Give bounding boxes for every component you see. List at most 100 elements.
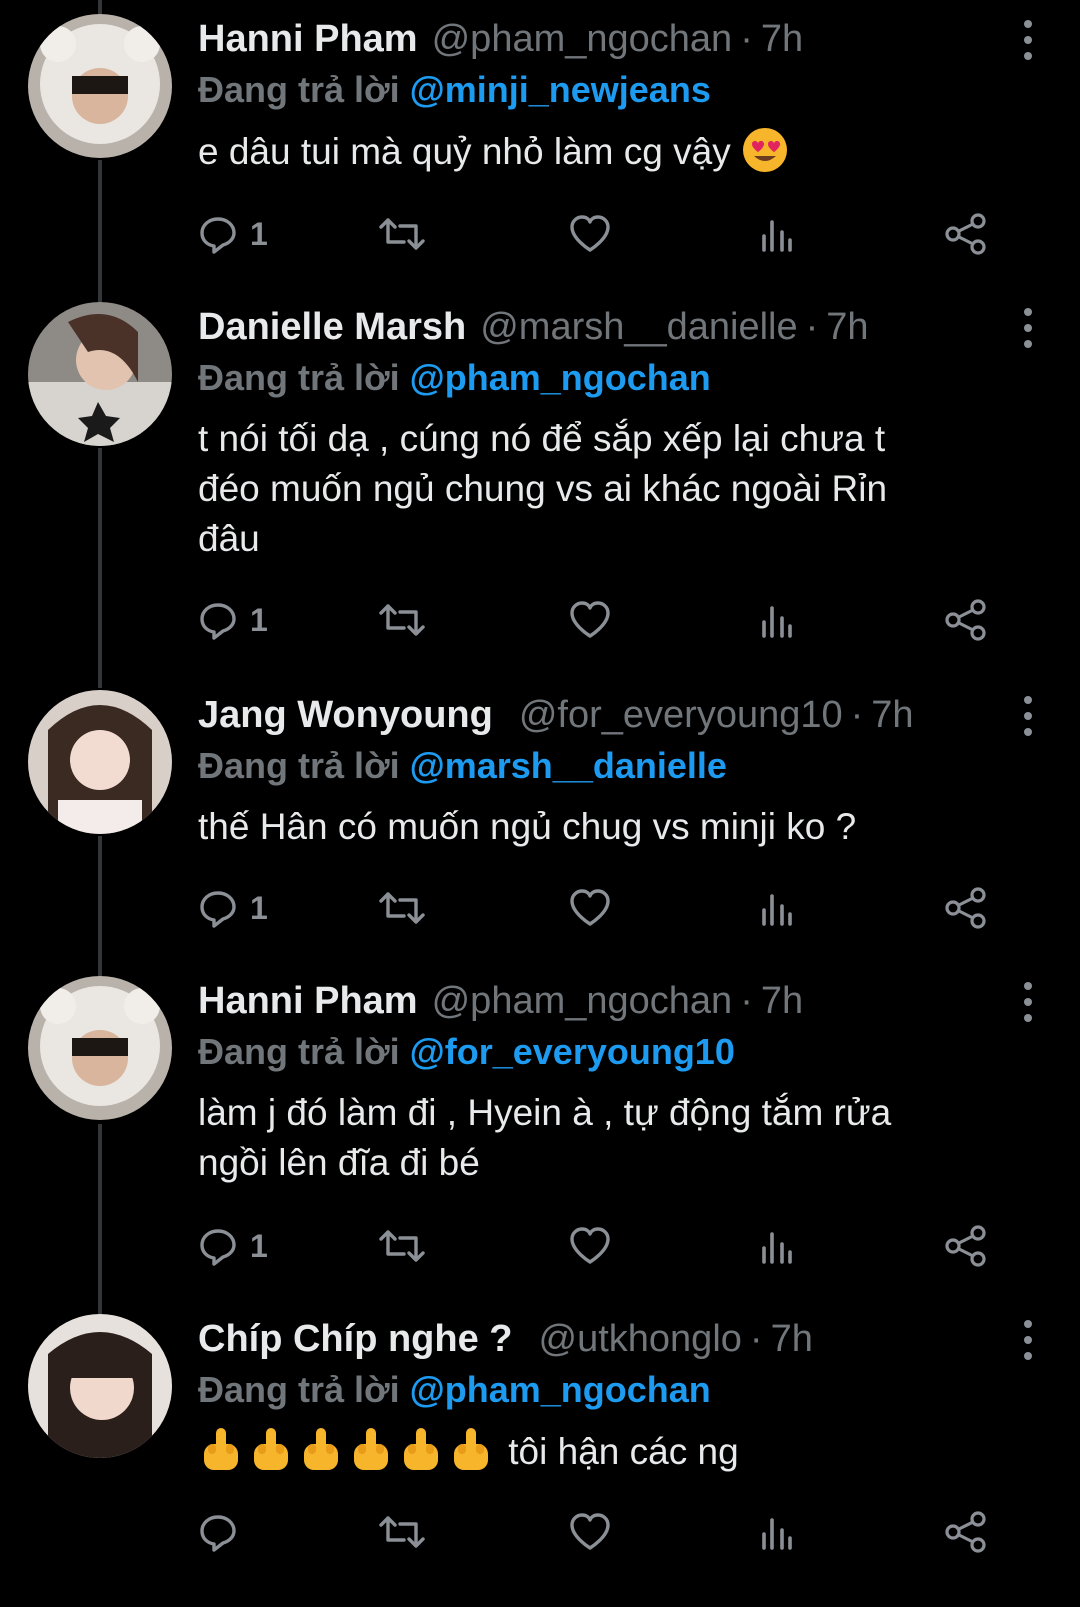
more-icon[interactable] bbox=[1016, 1320, 1040, 1360]
separator-dot: · bbox=[805, 305, 819, 348]
reply-count: 1 bbox=[250, 889, 268, 926]
heart-eyes-emoji-icon bbox=[741, 126, 789, 187]
mention-link[interactable]: @pham_ngochan bbox=[410, 357, 711, 398]
share-button[interactable] bbox=[944, 212, 988, 256]
views-button[interactable] bbox=[758, 886, 798, 930]
timestamp[interactable]: 7h bbox=[871, 694, 913, 737]
retweet-button[interactable] bbox=[378, 598, 426, 642]
separator-dot: · bbox=[740, 979, 753, 1022]
reply-icon bbox=[198, 600, 238, 640]
tweet-header: Chíp Chíp nghe ? @utkhonglo · 7h bbox=[198, 1314, 1040, 1364]
share-button[interactable] bbox=[944, 1224, 988, 1268]
reply-count: 1 bbox=[250, 1227, 268, 1264]
retweet-icon bbox=[378, 1226, 426, 1266]
views-button[interactable] bbox=[758, 212, 798, 256]
reply-icon bbox=[198, 1512, 238, 1552]
tweet-text: tôi hận các ng bbox=[198, 1426, 1040, 1487]
avatar[interactable] bbox=[28, 302, 172, 446]
more-icon[interactable] bbox=[1016, 696, 1040, 736]
more-icon[interactable] bbox=[1016, 20, 1040, 60]
tweet[interactable]: Chíp Chíp nghe ? @utkhonglo · 7h Đang tr… bbox=[0, 1314, 1080, 1607]
mention-link[interactable]: @for_everyoung10 bbox=[410, 1031, 735, 1072]
like-button[interactable] bbox=[568, 1510, 612, 1554]
like-button[interactable] bbox=[568, 598, 612, 642]
tweet-text-content: e dâu tui mà quỷ nhỏ làm cg vậy bbox=[198, 131, 731, 172]
display-name[interactable]: Chíp Chíp nghe ? bbox=[198, 1318, 513, 1361]
tweet-text: làm j đó làm đi , Hyein à , tự động tắm … bbox=[198, 1092, 892, 1183]
like-icon bbox=[568, 1512, 612, 1552]
share-button[interactable] bbox=[944, 598, 988, 642]
middle-finger-emoji-icon bbox=[198, 1426, 498, 1487]
share-button[interactable] bbox=[944, 886, 988, 930]
retweet-button[interactable] bbox=[378, 1224, 426, 1268]
like-icon bbox=[568, 600, 612, 640]
tweet[interactable]: Jang Wonyoung @for_everyoung10 · 7h Đang… bbox=[0, 688, 1080, 978]
replying-to: Đang trả lời @pham_ngochan bbox=[198, 352, 1040, 404]
more-icon[interactable] bbox=[1016, 982, 1040, 1022]
timestamp[interactable]: 7h bbox=[761, 18, 803, 61]
tweet-header: Danielle Marsh @marsh__danielle · 7h bbox=[198, 302, 1040, 352]
retweet-button[interactable] bbox=[378, 212, 426, 256]
action-bar: 1 bbox=[198, 886, 1018, 930]
retweet-icon bbox=[378, 214, 426, 254]
like-button[interactable] bbox=[568, 886, 612, 930]
retweet-button[interactable] bbox=[378, 1510, 426, 1554]
avatar[interactable] bbox=[28, 1314, 172, 1458]
retweet-button[interactable] bbox=[378, 886, 426, 930]
tweet-text-content: tôi hận các ng bbox=[508, 1431, 739, 1472]
more-icon[interactable] bbox=[1016, 308, 1040, 348]
reply-button[interactable]: 1 bbox=[198, 886, 268, 930]
avatar[interactable] bbox=[28, 976, 172, 1120]
replying-to-label: Đang trả lời bbox=[198, 357, 400, 398]
user-handle[interactable]: @utkhonglo bbox=[539, 1318, 742, 1361]
mention-link[interactable]: @minji_newjeans bbox=[410, 69, 711, 110]
views-icon bbox=[758, 1512, 798, 1552]
separator-dot: · bbox=[740, 17, 753, 60]
views-button[interactable] bbox=[758, 598, 798, 642]
views-icon bbox=[758, 214, 798, 254]
avatar[interactable] bbox=[28, 690, 172, 834]
share-icon bbox=[944, 599, 988, 641]
display-name[interactable]: Danielle Marsh bbox=[198, 306, 466, 349]
action-bar: 1 bbox=[198, 1224, 1018, 1268]
views-icon bbox=[758, 888, 798, 928]
views-button[interactable] bbox=[758, 1224, 798, 1268]
action-bar bbox=[198, 1510, 1018, 1554]
replying-to-label: Đang trả lời bbox=[198, 69, 400, 110]
like-button[interactable] bbox=[568, 212, 612, 256]
tweet-header: Hanni Pham @pham_ngochan · 7h bbox=[198, 976, 1040, 1026]
avatar[interactable] bbox=[28, 14, 172, 158]
reply-button[interactable]: 1 bbox=[198, 598, 268, 642]
share-icon bbox=[944, 1225, 988, 1267]
reply-icon bbox=[198, 888, 238, 928]
timestamp[interactable]: 7h bbox=[826, 306, 868, 349]
reply-button[interactable] bbox=[198, 1510, 250, 1554]
user-handle[interactable]: @for_everyoung10 bbox=[519, 694, 843, 737]
display-name[interactable]: Hanni Pham bbox=[198, 18, 418, 61]
replying-to-label: Đang trả lời bbox=[198, 1369, 400, 1410]
timestamp[interactable]: 7h bbox=[771, 1318, 813, 1361]
retweet-icon bbox=[378, 888, 426, 928]
user-handle[interactable]: @marsh__danielle bbox=[480, 306, 797, 349]
share-icon bbox=[944, 1511, 988, 1553]
user-handle[interactable]: @pham_ngochan bbox=[432, 980, 733, 1023]
reply-button[interactable]: 1 bbox=[198, 1224, 268, 1268]
share-button[interactable] bbox=[944, 1510, 988, 1554]
views-button[interactable] bbox=[758, 1510, 798, 1554]
mention-link[interactable]: @pham_ngochan bbox=[410, 1369, 711, 1410]
mention-link[interactable]: @marsh__danielle bbox=[410, 745, 727, 786]
display-name[interactable]: Jang Wonyoung bbox=[198, 694, 493, 737]
separator-dot: · bbox=[749, 1317, 763, 1360]
action-bar: 1 bbox=[198, 598, 1018, 642]
share-icon bbox=[944, 887, 988, 929]
replying-to: Đang trả lời @marsh__danielle bbox=[198, 740, 1040, 792]
share-icon bbox=[944, 213, 988, 255]
timestamp[interactable]: 7h bbox=[761, 980, 803, 1023]
reply-icon bbox=[198, 214, 238, 254]
user-handle[interactable]: @pham_ngochan bbox=[432, 18, 733, 61]
display-name[interactable]: Hanni Pham bbox=[198, 980, 418, 1023]
like-button[interactable] bbox=[568, 1224, 612, 1268]
reply-button[interactable]: 1 bbox=[198, 212, 268, 256]
like-icon bbox=[568, 1226, 612, 1266]
reply-count: 1 bbox=[250, 601, 268, 638]
